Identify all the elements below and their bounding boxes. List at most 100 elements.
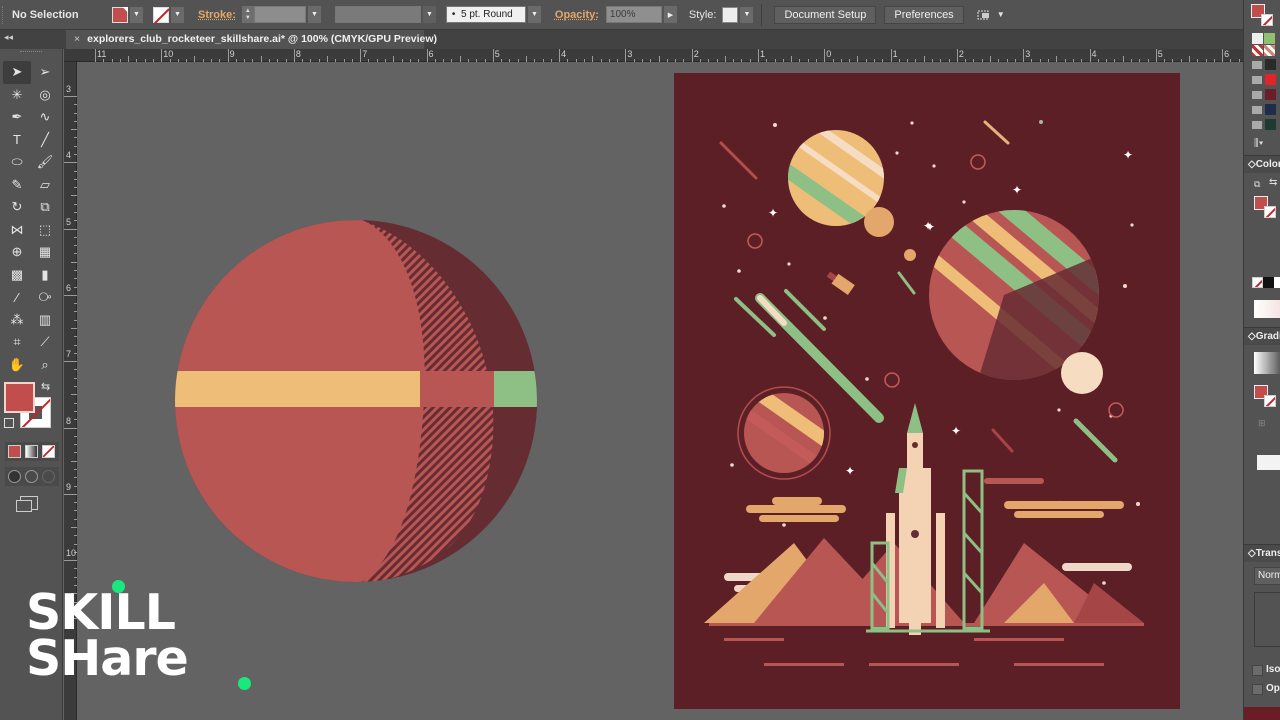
gradient-mode-button[interactable] xyxy=(25,445,38,458)
ellipse-tool[interactable]: ⬭ xyxy=(3,151,31,174)
lasso-tool[interactable]: ◎ xyxy=(31,84,59,107)
column-graph-tool[interactable]: ▥ xyxy=(31,309,59,332)
collapse-panel-icon[interactable]: ◂◂ xyxy=(4,32,13,43)
control-bar-grip[interactable] xyxy=(2,5,8,24)
shaper-tool[interactable]: ✎ xyxy=(3,174,31,197)
perspective-grid-tool[interactable]: ▦ xyxy=(31,241,59,264)
gradient-options-icon[interactable]: ⊞ xyxy=(1258,418,1266,429)
tools-panel-grip[interactable] xyxy=(20,51,42,57)
swatch-group[interactable] xyxy=(1252,59,1276,70)
canvas-area[interactable]: ✦✦✦✦✦✦✦✦ xyxy=(78,63,1243,720)
document-tab[interactable]: × explorers_club_rocketeer_skillshare.ai*… xyxy=(66,30,437,49)
preferences-button[interactable]: Preferences xyxy=(884,5,964,24)
free-transform-tool[interactable]: ⬚ xyxy=(31,219,59,242)
brush-definition-select[interactable]: • 5 pt. Round xyxy=(445,6,526,23)
horizontal-ruler[interactable]: 11 10 9 8 7 6 5 4 3 2 1 0 1 2 3 4 5 6 xyxy=(64,49,1273,62)
swatch[interactable] xyxy=(1252,33,1263,44)
swatches-stroke-indicator[interactable] xyxy=(1261,14,1273,26)
zoom-tool[interactable]: ⌕ xyxy=(31,354,59,377)
fill-color-box[interactable] xyxy=(4,382,35,413)
paintbrush-tool[interactable]: 🖌 xyxy=(31,151,59,174)
stroke-weight-input[interactable] xyxy=(253,6,306,23)
chevron-down-icon[interactable]: ▼ xyxy=(130,6,143,23)
gradient-stroke[interactable] xyxy=(1264,395,1276,407)
color-panel-stroke[interactable] xyxy=(1264,206,1276,218)
mesh-tool[interactable]: ▩ xyxy=(3,264,31,287)
gradient-preview[interactable] xyxy=(1254,352,1280,374)
selection-tool[interactable]: ➤ xyxy=(3,61,31,84)
magic-wand-tool[interactable]: ✳ xyxy=(3,84,31,107)
swatch-group[interactable] xyxy=(1252,104,1276,115)
stroke-swatch-control[interactable]: ▼ xyxy=(153,6,184,23)
width-tool[interactable]: ⋈ xyxy=(3,219,31,242)
stroke-swatch[interactable] xyxy=(153,6,169,23)
isolate-blending-checkbox[interactable] xyxy=(1252,665,1263,676)
transparency-panel-header[interactable]: ◇Transparency xyxy=(1244,544,1280,562)
swatch[interactable] xyxy=(1264,33,1275,44)
gradient-panel-header[interactable]: ◇Gradient xyxy=(1244,327,1280,345)
artboard[interactable]: ✦✦✦✦✦✦✦✦ xyxy=(674,73,1180,709)
graphic-style-swatch[interactable] xyxy=(722,6,739,23)
symbol-sprayer-tool[interactable]: ⁂ xyxy=(3,309,31,332)
planet-artwork[interactable] xyxy=(174,219,538,583)
chevron-down-icon[interactable]: ▼ xyxy=(307,6,321,23)
default-fill-stroke-icon[interactable] xyxy=(4,418,14,428)
pen-tool[interactable]: ✒ xyxy=(3,106,31,129)
arrange-documents-button[interactable]: ▼ xyxy=(976,8,1005,22)
type-tool[interactable]: T xyxy=(3,129,31,152)
swap-colors-icon[interactable]: ⇆ xyxy=(1269,177,1277,188)
draw-behind-button[interactable] xyxy=(25,470,38,483)
blend-tool[interactable]: ⧂ xyxy=(31,286,59,309)
none-swatch[interactable] xyxy=(1252,277,1263,288)
default-colors-icon[interactable]: ⧉ xyxy=(1254,179,1260,190)
color-mode-button[interactable] xyxy=(8,445,21,458)
chevron-right-icon[interactable]: ▶ xyxy=(663,6,677,23)
opacity-label-link[interactable]: Opacity: xyxy=(555,9,599,21)
stroke-label-link[interactable]: Stroke: xyxy=(198,9,236,21)
opacity-mask-thumbnail[interactable] xyxy=(1254,592,1280,647)
white-swatch[interactable] xyxy=(1274,277,1280,288)
eyedropper-tool[interactable]: ⁄ xyxy=(3,286,31,309)
blend-mode-select[interactable]: Normal xyxy=(1254,567,1280,585)
chevron-down-icon[interactable]: ▼ xyxy=(171,6,184,23)
rotate-tool[interactable]: ↻ xyxy=(3,196,31,219)
eraser-tool[interactable]: ▱ xyxy=(31,174,59,197)
ruler-minor-tick xyxy=(1014,59,1016,62)
change-screen-mode-button[interactable] xyxy=(16,496,38,512)
swatch-group[interactable] xyxy=(1252,74,1276,85)
chevron-down-icon[interactable]: ▼ xyxy=(527,6,541,23)
chevron-down-icon[interactable]: ▼ xyxy=(422,6,436,23)
black-swatch[interactable] xyxy=(1263,277,1274,288)
fill-swatch[interactable] xyxy=(112,6,128,23)
opacity-input[interactable]: 100% xyxy=(605,6,662,23)
none-mode-button[interactable] xyxy=(42,445,55,458)
color-spectrum[interactable] xyxy=(1254,300,1280,318)
draw-inside-button[interactable] xyxy=(42,470,55,483)
hand-tool[interactable]: ✋ xyxy=(3,354,31,377)
swatch-group[interactable] xyxy=(1252,89,1276,100)
ruler-minor-tick xyxy=(74,104,77,106)
draw-normal-button[interactable] xyxy=(8,470,21,483)
swatch[interactable] xyxy=(1252,45,1263,56)
knockout-group-checkbox[interactable] xyxy=(1252,684,1263,695)
swatch-libraries-icon[interactable]: ⫼▾ xyxy=(1254,138,1263,149)
document-setup-button[interactable]: Document Setup xyxy=(774,5,877,24)
swatch[interactable] xyxy=(1264,45,1275,56)
swap-fill-stroke-icon[interactable]: ⇆ xyxy=(41,380,50,393)
slice-tool[interactable]: ⟋ xyxy=(31,331,59,354)
gradient-slider[interactable] xyxy=(1257,455,1280,470)
fill-swatch-control[interactable]: ▼ xyxy=(112,6,143,23)
close-tab-icon[interactable]: × xyxy=(74,33,80,45)
color-panel-header[interactable]: ◇Color xyxy=(1244,155,1280,173)
chevron-down-icon[interactable]: ▼ xyxy=(740,6,754,23)
swatch-group[interactable] xyxy=(1252,119,1276,130)
direct-selection-tool[interactable]: ➢ xyxy=(31,61,59,84)
gradient-tool[interactable]: ▮ xyxy=(31,264,59,287)
artboard-tool[interactable]: ⌗ xyxy=(3,331,31,354)
shape-builder-tool[interactable]: ⊕ xyxy=(3,241,31,264)
curvature-tool[interactable]: ∿ xyxy=(31,106,59,129)
scale-tool[interactable]: ⧉ xyxy=(31,196,59,219)
stroke-weight-stepper[interactable]: ▲ ▼ xyxy=(241,6,254,23)
variable-width-profile-select[interactable] xyxy=(334,6,421,23)
line-segment-tool[interactable]: ╱ xyxy=(31,129,59,152)
